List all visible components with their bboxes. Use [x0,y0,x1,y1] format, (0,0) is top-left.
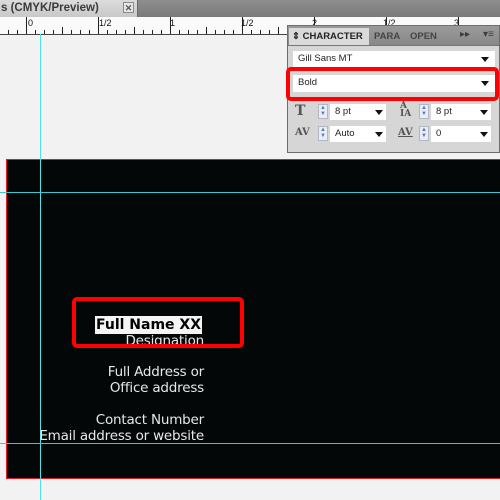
chevron-down-icon [480,110,488,115]
ruler-tick [26,17,27,34]
ruler-tick [53,30,54,34]
chevron-down-icon [480,132,488,137]
ruler-tick [134,27,135,34]
ruler-label: 1/2 [99,18,112,28]
expand-panel-icon[interactable]: ▸▸ [460,29,470,40]
ruler-tick [206,27,207,34]
leading-stepper[interactable]: ▲ ▼ [419,104,429,119]
kerning-stepper[interactable]: ▲ ▼ [318,126,328,141]
font-size-icon: T [295,103,306,119]
ruler-tick [161,30,162,34]
leading-icon: A IA [400,101,412,119]
font-family-select[interactable]: Gill Sans MT [293,51,495,68]
font-size-input[interactable]: 8 pt [330,104,386,120]
ruler-tick [278,27,279,34]
ruler-tick [116,30,117,34]
chevron-down-icon [375,110,383,115]
ruler-tick [62,27,63,34]
ruler-tick [125,30,126,34]
ruler-tick [179,30,180,34]
close-tab-icon[interactable]: ✕ [123,2,134,13]
ruler-tick [260,30,261,34]
document-tab-title: s (CMYK/Preview) [1,2,99,14]
ruler-tick [35,30,36,34]
tab-paragraph[interactable]: PARA [374,28,400,45]
ruler-tick [107,30,108,34]
ruler-tick [188,30,189,34]
ruler-tick [17,30,18,34]
ruler-label: 1/2 [241,18,254,28]
address-line-2-text[interactable]: Office address [110,380,204,396]
kerning-input[interactable]: Auto [330,126,386,142]
ruler-tick [233,30,234,34]
email-text[interactable]: Email address or website [39,428,204,444]
contact-number-text[interactable]: Contact Number [96,412,204,428]
chevron-down-icon [375,132,383,137]
document-tab-bar: s (CMYK/Preview) ✕ [0,0,500,17]
horizontal-guide-top[interactable] [0,192,500,193]
tab-character[interactable]: ⇕ CHARACTER [289,28,369,45]
tab-opentype[interactable]: OPEN [410,28,437,45]
ruler-label: 0 [28,18,34,28]
font-style-highlight-box [286,67,499,101]
ruler-tick [215,30,216,34]
name-highlight-box [72,297,244,348]
panel-tab-strip: ⇕ CHARACTER PARA OPEN ▸▸ ▾≡ [288,26,499,46]
ruler-tick [251,30,252,34]
ruler-tick [71,30,72,34]
ruler-tick [152,30,153,34]
panel-menu-icon[interactable]: ▾≡ [483,29,494,40]
tracking-input[interactable]: 0 [431,126,491,142]
ruler-tick [89,30,90,34]
ruler-label: 1 [170,18,176,28]
kerning-icon: AV [295,127,310,138]
ruler-tick [197,30,198,34]
ruler-tick [224,30,225,34]
tracking-icon: AV [398,127,413,138]
ruler-tick [44,30,45,34]
ruler-tick [269,30,270,34]
address-line-1-text[interactable]: Full Address or [108,364,204,380]
ruler-tick [8,30,9,34]
tracking-stepper[interactable]: ▲ ▼ [419,126,429,141]
ruler-tick [80,30,81,34]
collapse-icon: ⇕ [292,31,300,42]
document-tab[interactable]: s (CMYK/Preview) ✕ [0,0,138,17]
font-size-stepper[interactable]: ▲ ▼ [318,104,328,119]
leading-input[interactable]: 8 pt [431,104,491,120]
chevron-down-icon [481,57,489,62]
ruler-tick [143,30,144,34]
